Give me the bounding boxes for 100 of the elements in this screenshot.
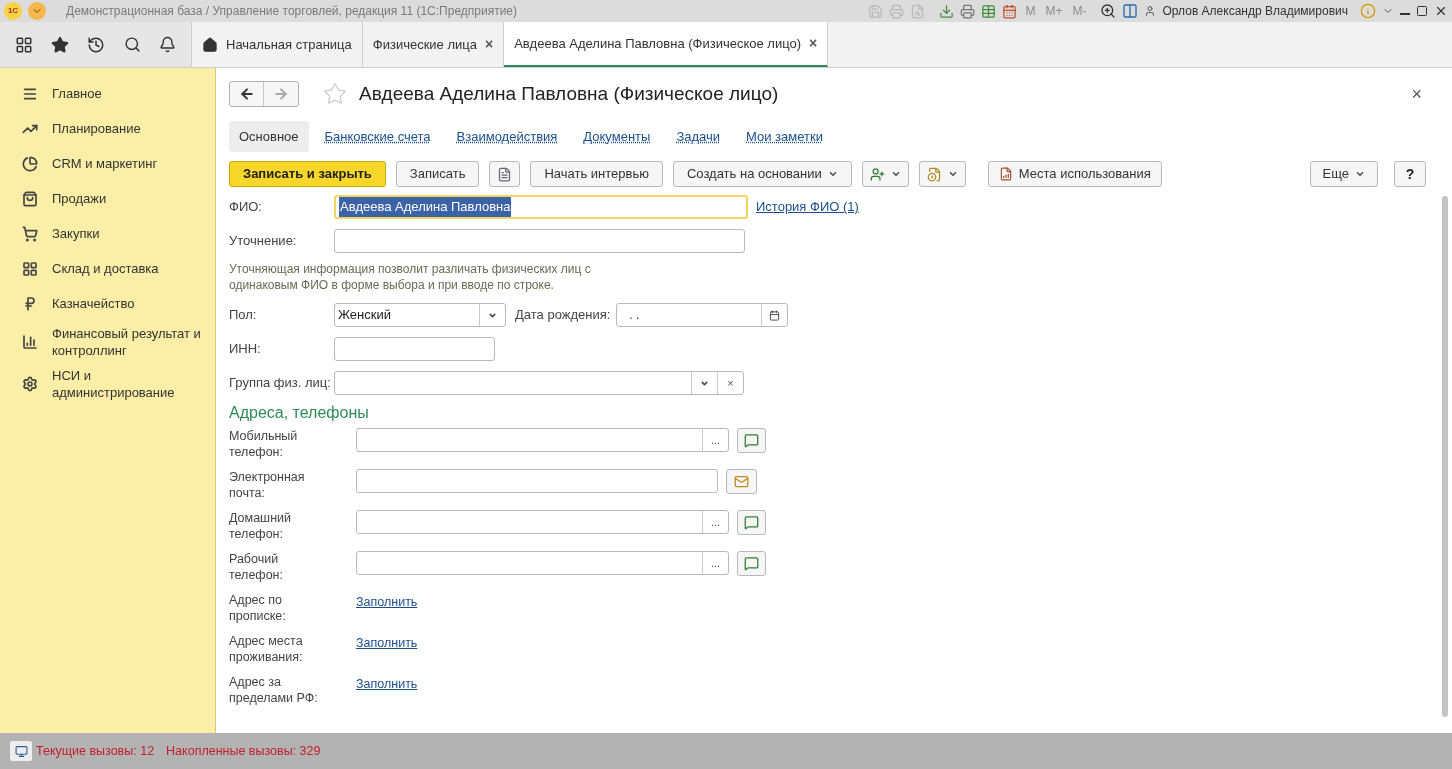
form-close-button[interactable]: × <box>1411 80 1422 108</box>
status-text: Текущие вызовы: 12 <box>36 742 155 760</box>
calendar-icon <box>1002 3 1018 19</box>
field-label: Уточнение: <box>229 232 298 251</box>
section-tab[interactable]: Взаимодействия <box>446 120 568 152</box>
select-button[interactable]: ... <box>702 429 728 451</box>
create-based-button[interactable]: Создать на основании <box>672 161 852 187</box>
star-icon <box>51 35 70 54</box>
ruble-icon <box>22 295 38 312</box>
list-button[interactable] <box>489 161 521 187</box>
send-email-button[interactable] <box>726 469 757 494</box>
status-text: Накопленные вызовы: 329 <box>166 742 321 760</box>
call-button[interactable] <box>737 510 766 535</box>
phone-field[interactable]: ... <box>356 510 729 534</box>
sidebar-item[interactable]: Финансовый результат и контроллинг <box>0 321 215 363</box>
preview-icon <box>910 3 926 19</box>
field-label: Группа физ. лиц: <box>229 374 332 393</box>
select-button[interactable]: ... <box>702 511 728 533</box>
sidebar-item[interactable]: CRM и маркетинг <box>0 146 215 181</box>
fio-history-link[interactable]: История ФИО (1) <box>756 197 859 217</box>
fill-link[interactable]: Заполнить <box>356 634 418 653</box>
chat-icon <box>744 433 759 448</box>
status-button[interactable] <box>10 741 32 761</box>
sidebar-item[interactable]: Казначейство <box>0 286 215 321</box>
field-label: Дата рождения: <box>515 306 611 325</box>
gender-select[interactable]: Женский <box>334 303 506 327</box>
action-button[interactable]: Записать <box>395 161 480 187</box>
field-label: Рабочий телефон: <box>229 551 284 583</box>
menu-dropdown-button[interactable] <box>918 161 966 187</box>
field-label: ИНН: <box>229 340 262 359</box>
zoom-icon <box>1100 3 1117 19</box>
action-button[interactable]: Начать интервью <box>530 161 663 187</box>
calendar-icon <box>769 309 781 321</box>
save-close-button[interactable]: Записать и закрыть <box>229 161 386 187</box>
cart-icon <box>22 225 38 242</box>
settings-icon <box>22 376 38 392</box>
section-tab[interactable]: Мои заметки <box>736 120 833 152</box>
tab-close-button[interactable]: × <box>485 34 494 55</box>
field-label: ФИО: <box>229 198 263 217</box>
help-button[interactable]: ? <box>1394 161 1426 187</box>
user-plus-icon <box>869 166 885 182</box>
home-icon <box>202 36 218 53</box>
call-button[interactable] <box>737 551 766 576</box>
sidebar-item[interactable]: Главное <box>0 76 215 111</box>
history-icon <box>87 35 106 54</box>
tab-close-button[interactable]: × <box>809 33 818 54</box>
fill-link[interactable]: Заполнить <box>356 675 418 694</box>
menu-dropdown-button[interactable] <box>861 161 909 187</box>
field-label: Электронная почта: <box>229 469 306 501</box>
field-label: Адрес по прописке: <box>229 592 287 624</box>
form-title: Авдеева Аделина Павловна (Физическое лицо) <box>359 82 779 106</box>
tab[interactable]: Начальная страница <box>192 22 363 67</box>
window-title: Демонстрационная база / Управление торговлей, редакция 11 (1С:Предприятие) <box>66 3 518 20</box>
section-tab[interactable]: Основное <box>229 120 309 152</box>
field-label: Мобильный телефон: <box>229 428 299 460</box>
clear-button[interactable]: × <box>717 372 743 394</box>
call-button[interactable] <box>737 428 766 453</box>
sidebar-item[interactable]: Склад и доставка <box>0 251 215 286</box>
section-tab[interactable]: Задачи <box>666 120 731 152</box>
inn-field[interactable] <box>334 337 495 361</box>
favorite-star-icon <box>323 82 347 107</box>
sidebar-item[interactable]: Планирование <box>0 111 215 146</box>
download-icon <box>939 3 955 19</box>
user-icon <box>1144 5 1157 17</box>
select-button[interactable]: ... <box>702 552 728 574</box>
forward-arrow-icon <box>273 86 289 103</box>
grid-icon <box>22 260 38 277</box>
field-label: Пол: <box>229 306 258 325</box>
birth-date-field[interactable]: . . <box>616 303 789 327</box>
field-label: Адрес за пределами РФ: <box>229 674 319 706</box>
clarification-field[interactable] <box>334 229 745 253</box>
more-button[interactable]: Еще <box>1309 161 1378 187</box>
bag-icon <box>22 190 38 207</box>
printer-icon <box>960 3 976 19</box>
phone-field[interactable]: ... <box>356 551 729 575</box>
group-select[interactable]: × <box>334 371 744 395</box>
caret-icon <box>827 169 838 179</box>
monitor-icon <box>14 744 28 758</box>
sidebar-item[interactable]: Продажи <box>0 181 215 216</box>
sidebar-item[interactable]: НСИ и администрирование <box>0 363 215 405</box>
tab[interactable]: Авдеева Аделина Павловна (Физическое лицо) × <box>504 22 829 67</box>
caret-icon <box>890 169 901 179</box>
user-name[interactable]: Орлов Александр Владимирович <box>1162 2 1348 20</box>
section-tab[interactable]: Банковские счета <box>314 120 441 152</box>
section-tab[interactable]: Документы <box>573 120 661 152</box>
info-icon <box>1360 3 1376 19</box>
usage-places-button[interactable]: Места использования <box>987 161 1162 187</box>
email-field[interactable] <box>356 469 718 493</box>
menu-button[interactable] <box>28 2 46 20</box>
sidebar-item[interactable]: Закупки <box>0 216 215 251</box>
field-label: Адрес места проживания: <box>229 633 304 665</box>
bar-chart-icon <box>22 334 38 350</box>
phone-field[interactable]: ... <box>356 428 729 452</box>
close-icon <box>1434 4 1448 18</box>
section-header: Адреса, телефоны <box>229 403 370 423</box>
panels-icon <box>1122 3 1139 19</box>
fio-field[interactable]: Авдеева Аделина Павловна <box>334 195 748 219</box>
fill-link[interactable]: Заполнить <box>356 593 418 612</box>
document-icon <box>497 166 513 182</box>
app-logo: 1С <box>4 2 22 20</box>
